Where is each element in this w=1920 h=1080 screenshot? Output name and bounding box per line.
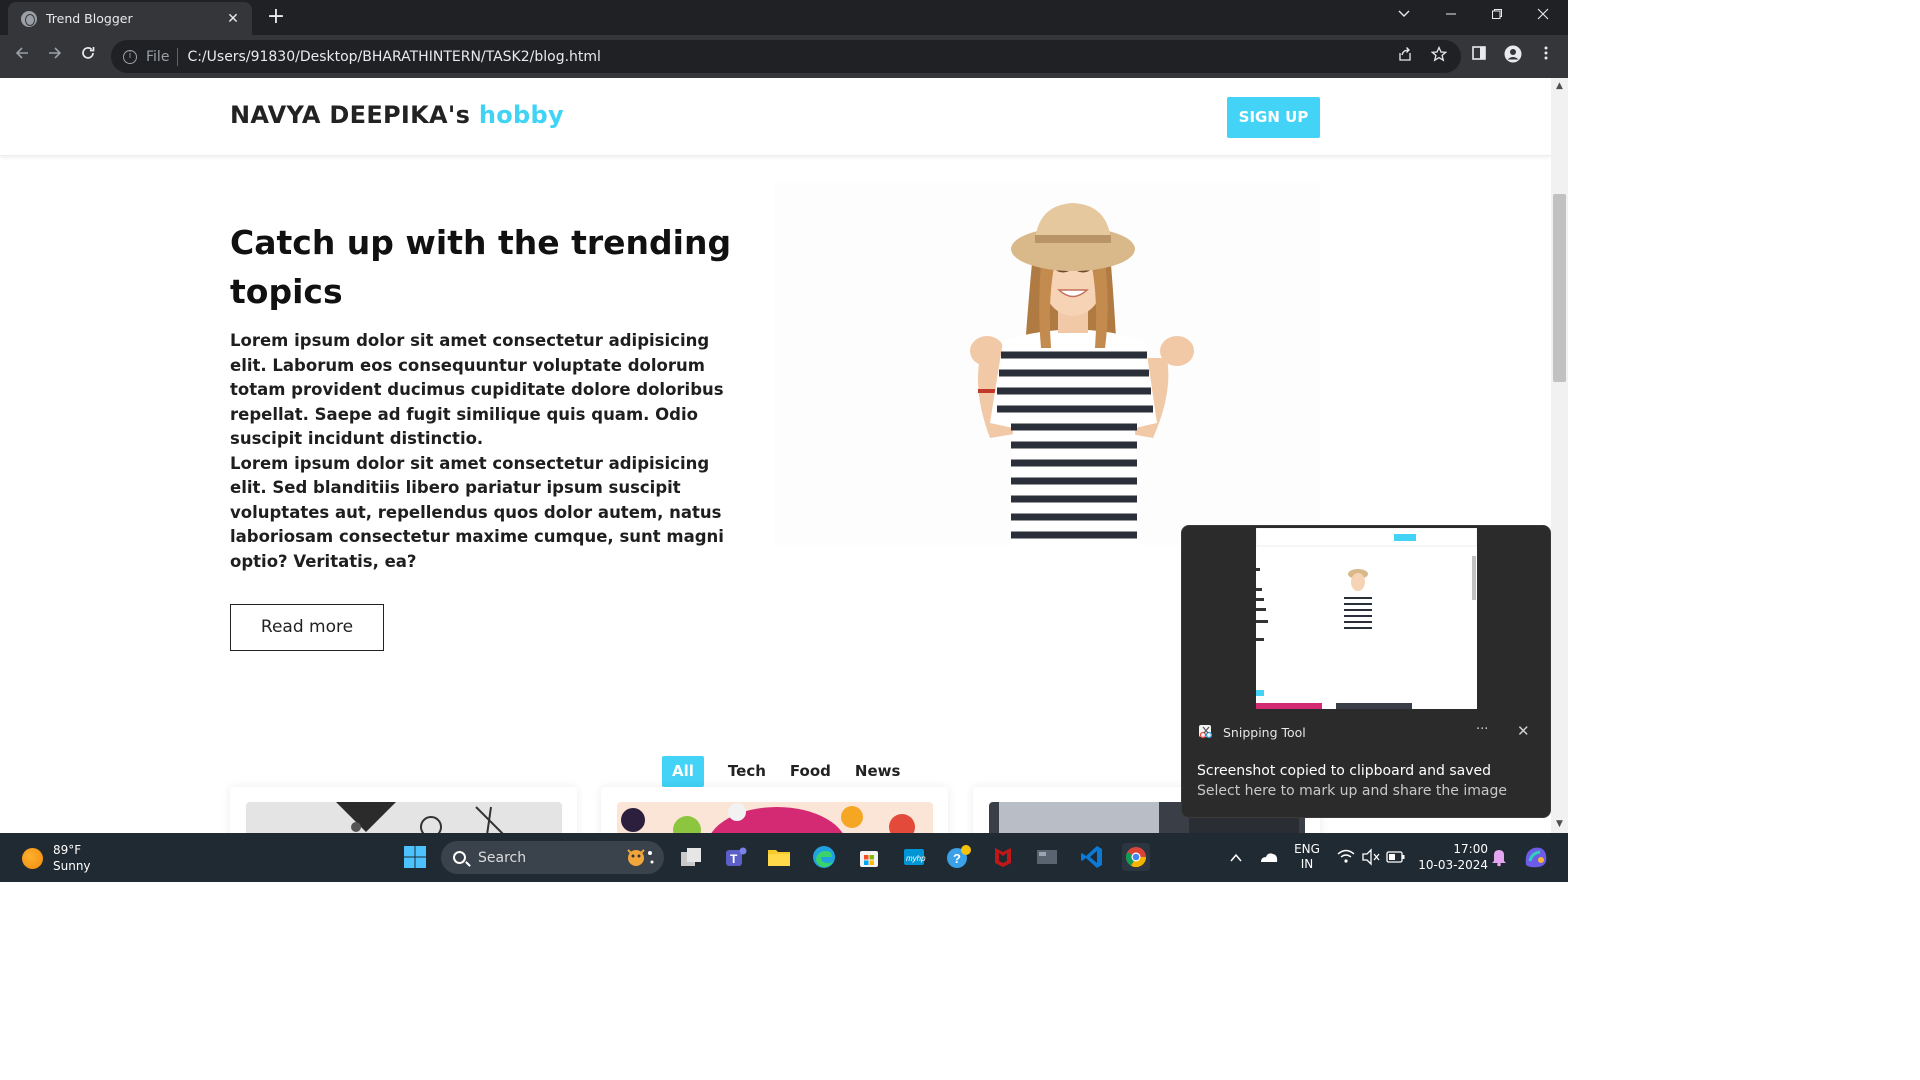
minimize-icon[interactable] [1436,4,1466,28]
reload-icon[interactable] [75,43,101,69]
onedrive-icon[interactable] [1258,833,1280,882]
weather-widget[interactable]: 89°F Sunny [22,842,91,874]
search-highlight-icon [620,845,656,870]
help-icon[interactable]: ? [944,843,972,871]
region-code: IN [1300,857,1314,871]
signup-button[interactable]: SIGN UP [1227,97,1320,138]
category-filter-bar: All Tech Food News [662,755,924,787]
clock[interactable]: 17:00 10-03-2024 [1412,833,1488,882]
card-image-food [617,802,933,833]
blog-card-food[interactable] [601,787,948,833]
volume-muted-icon[interactable] [1360,833,1382,882]
back-icon[interactable] [9,43,35,69]
filter-news[interactable]: News [855,756,901,787]
toast-header: Snipping Tool [1198,724,1306,740]
filter-tech[interactable]: Tech [728,756,766,787]
scroll-up-arrow-icon[interactable]: ▲ [1551,78,1568,95]
url-text[interactable]: C:/Users/91830/Desktop/BHARATHINTERN/TAS… [187,49,601,65]
bookmark-star-icon[interactable] [1428,45,1450,68]
blog-card-tech[interactable] [230,787,577,833]
site-logo[interactable]: NAVYA DEEPIKA's hobby [230,101,564,129]
copilot-icon[interactable] [1520,833,1550,882]
scheme-label: File [146,48,170,65]
svg-text:myhp: myhp [906,854,926,863]
hero-paragraph: Lorem ipsum dolor sit amet consectetur a… [230,329,732,574]
toast-close-icon[interactable]: ✕ [1517,722,1530,740]
globe-icon [21,10,37,27]
omnibox-divider [177,47,179,66]
taskbar: 89°F Sunny Search T myhp ? ENG IN 17:00 … [0,833,1568,882]
browser-tab[interactable]: Trend Blogger ✕ [8,2,252,35]
sun-icon [22,847,43,869]
profile-icon[interactable] [1502,45,1524,67]
svg-text:?: ? [953,851,961,866]
task-view-icon[interactable] [677,843,705,871]
filter-all[interactable]: All [662,755,704,787]
search-placeholder: Search [478,849,527,866]
toast-more-icon[interactable]: ··· [1476,722,1488,737]
site-info-icon[interactable]: i [123,49,137,64]
tab-title: Trend Blogger [46,11,133,26]
clock-time: 17:00 [1453,842,1488,856]
close-window-icon[interactable] [1528,4,1558,28]
chrome-icon[interactable] [1122,843,1150,871]
card-image-tech [246,802,562,833]
hero-paragraph-2: Lorem ipsum dolor sit amet consectetur a… [230,453,724,571]
share-icon[interactable] [1394,46,1416,68]
page-scrollbar[interactable]: ▲ ▼ [1551,78,1568,833]
browser-menu-icon[interactable] [1535,45,1557,67]
language-indicator[interactable]: ENG IN [1290,833,1324,882]
teams-icon[interactable]: T [721,843,749,871]
toast-sub-message: Select here to mark up and share the ima… [1197,783,1507,799]
side-panel-icon[interactable] [1468,45,1490,67]
search-icon [453,851,466,864]
site-header: NAVYA DEEPIKA's hobby SIGN UP [0,78,1551,156]
language-code: ENG [1294,842,1320,856]
filter-food[interactable]: Food [790,756,831,787]
new-tab-button[interactable]: + [264,4,288,30]
forward-icon[interactable] [42,43,68,69]
file-explorer-icon[interactable] [765,843,793,871]
battery-icon[interactable] [1385,833,1407,882]
tab-search-chevron-icon[interactable] [1389,4,1419,28]
myhp-icon[interactable]: myhp [900,843,928,871]
scroll-down-arrow-icon[interactable]: ▼ [1551,816,1568,833]
read-more-button[interactable]: Read more [230,604,384,651]
scrollbar-thumb[interactable] [1553,194,1566,382]
hero-paragraph-1: Lorem ipsum dolor sit amet consectetur a… [230,331,724,448]
weather-condition: Sunny [53,859,91,873]
snipping-tool-notification[interactable]: Snipping Tool ··· ✕ Screenshot copied to… [1181,525,1551,818]
toast-message: Screenshot copied to clipboard and saved [1197,763,1491,779]
app-window-icon[interactable] [1033,843,1061,871]
edge-icon[interactable] [810,843,838,871]
wifi-icon[interactable] [1335,833,1357,882]
toast-app-name: Snipping Tool [1223,724,1306,740]
vscode-icon[interactable] [1078,843,1106,871]
snipping-tool-icon [1198,724,1214,740]
mcafee-icon[interactable] [989,843,1017,871]
screenshot-preview[interactable] [1256,528,1477,709]
restore-icon[interactable] [1482,4,1512,28]
brand-accent: hobby [478,101,564,129]
clock-date: 10-03-2024 [1418,858,1488,872]
browser-toolbar: i File C:/Users/91830/Desktop/BHARATHINT… [0,35,1568,78]
show-hidden-icons-icon[interactable] [1226,833,1246,882]
hero-title: Catch up with the trending topics [230,223,732,311]
address-bar[interactable]: i File C:/Users/91830/Desktop/BHARATHINT… [111,40,1461,73]
weather-text: 89°F Sunny [53,842,91,874]
taskbar-search[interactable]: Search [441,841,664,874]
windows-start-icon[interactable] [401,843,429,871]
tab-close-icon[interactable]: ✕ [224,11,242,27]
microsoft-store-icon[interactable] [855,843,883,871]
brand-name: NAVYA DEEPIKA's [230,101,471,129]
notification-bell-icon[interactable] [1489,833,1509,882]
browser-tab-strip: Trend Blogger ✕ + [0,0,1568,35]
temperature: 89°F [53,843,82,857]
svg-text:T: T [730,852,738,866]
hero-image [775,183,1320,545]
